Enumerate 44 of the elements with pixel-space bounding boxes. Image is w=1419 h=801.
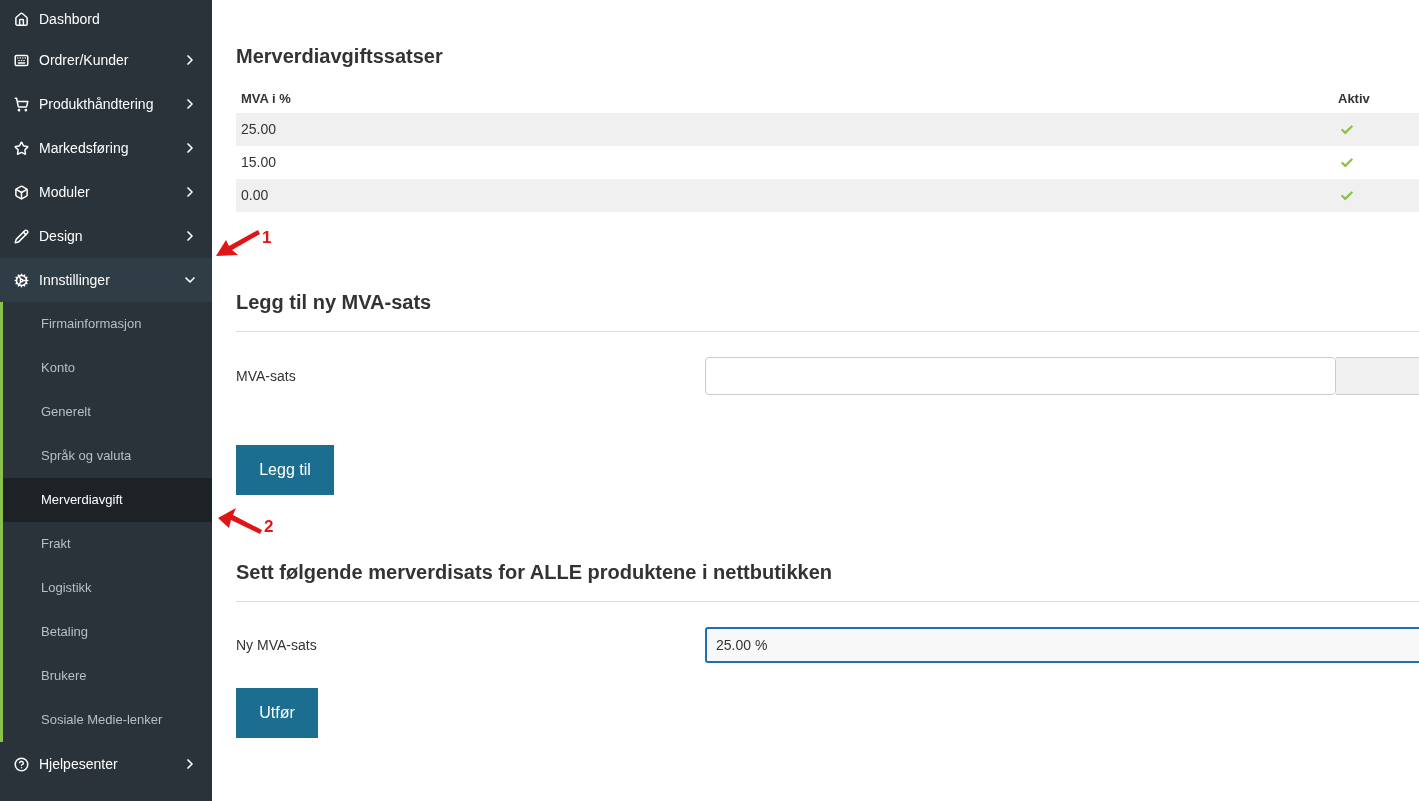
sidebar-item[interactable]: Design [0, 214, 212, 258]
apply-button[interactable]: Utfør [236, 688, 318, 738]
table-cell: 0.00 [236, 179, 1338, 212]
sidebar-item[interactable]: Innstillinger [0, 258, 212, 302]
annotation-number: 2 [264, 516, 274, 538]
sidebar-item[interactable]: Ordrer/Kunder [0, 38, 212, 82]
section-title: Legg til ny MVA-sats [236, 290, 433, 315]
rate-select-field[interactable]: 25.00 % [705, 627, 1419, 663]
table-cell: 25.00 [236, 113, 1338, 146]
sidebar-item[interactable]: Produkthåndtering [0, 82, 212, 126]
keyboard-icon [14, 52, 29, 68]
input-field[interactable] [705, 357, 1336, 395]
annotation-arrow-icon [216, 506, 264, 536]
submenu-item[interactable]: Konto [3, 346, 212, 390]
submenu-item[interactable]: Betaling [3, 610, 212, 654]
pencil-icon [14, 228, 29, 244]
submenu-item[interactable]: Generelt [3, 390, 212, 434]
submenu-item[interactable]: Firmainformasjon [3, 302, 212, 346]
sidebar-item[interactable]: Hjelpesenter [0, 742, 212, 786]
annotation-arrow-icon [214, 228, 262, 258]
section-title: Sett følgende merverdisats for ALLE produktene i nettbutikken [236, 560, 833, 585]
annotation-number: 1 [262, 227, 272, 249]
sidebar-item[interactable]: Moduler [0, 170, 212, 214]
column-header: MVA i % [236, 85, 1338, 113]
table-cell: 15.00 [236, 146, 1338, 179]
submenu-item[interactable]: Frakt [3, 522, 212, 566]
submenu-item[interactable]: Språk og valuta [3, 434, 212, 478]
column-header: Aktiv [1338, 85, 1419, 113]
submenu-item[interactable]: Brukere [3, 654, 212, 698]
star-icon [14, 140, 29, 156]
field-label: Ny MVA-sats [236, 635, 318, 655]
submenu-item[interactable]: Sosiale Medie-lenker [3, 698, 212, 742]
cart-icon [14, 96, 29, 112]
home-icon [14, 11, 29, 27]
submenu-item[interactable]: Merverdiavgift [3, 478, 212, 522]
field-label: MVA-sats [236, 366, 297, 386]
section-title: Merverdiavgiftssatser [236, 44, 444, 69]
sidebar-item[interactable]: Dashbord [0, 0, 212, 38]
help-icon [14, 756, 29, 772]
gears-icon [14, 272, 29, 288]
cube-icon [14, 184, 29, 200]
sidebar-item[interactable]: Markedsføring [0, 126, 212, 170]
submenu-item[interactable]: Logistikk [3, 566, 212, 610]
add-button[interactable]: Legg til [236, 445, 334, 495]
